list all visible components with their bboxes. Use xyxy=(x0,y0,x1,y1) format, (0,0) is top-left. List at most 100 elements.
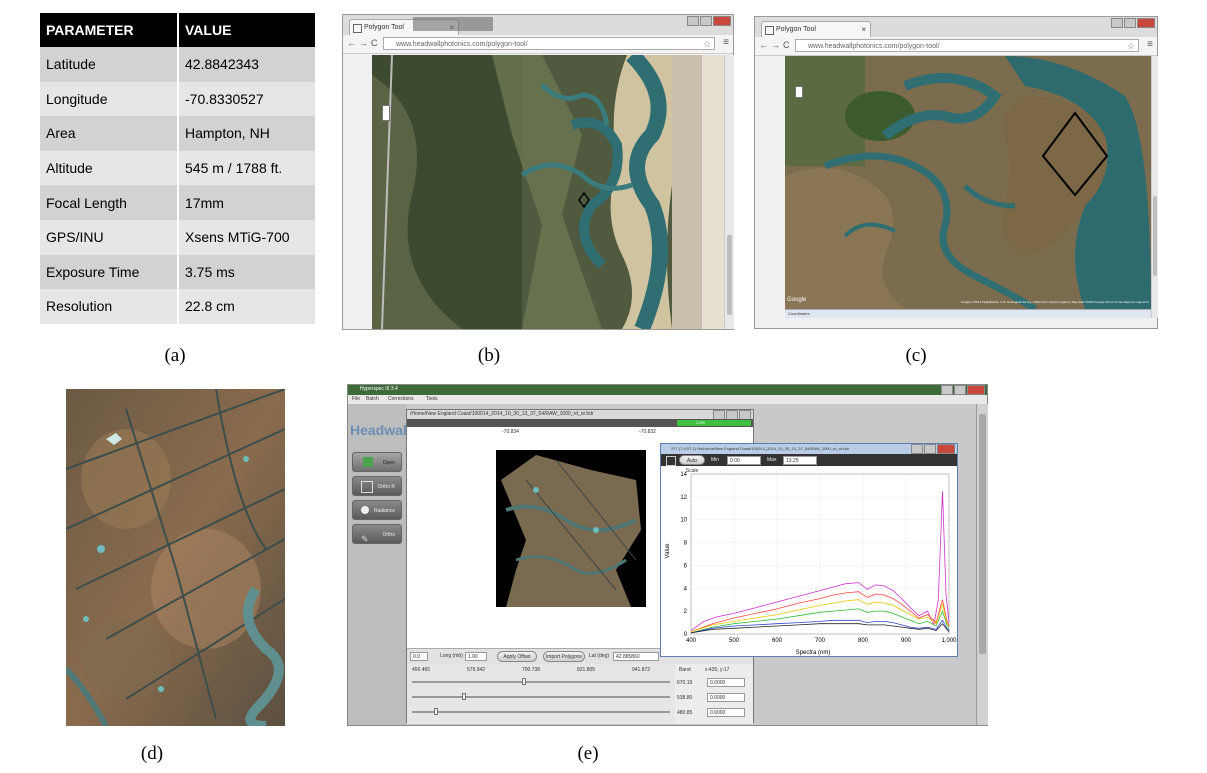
close-window-button[interactable] xyxy=(967,385,985,395)
zoom-control[interactable] xyxy=(795,86,803,98)
band-wavelength: 538.80 xyxy=(677,695,693,701)
ortho-image xyxy=(501,455,641,607)
maximize-button[interactable] xyxy=(1124,18,1136,28)
scrollbar[interactable] xyxy=(724,55,734,329)
url-text: www.headwallphotonics.com/polygon-tool/ xyxy=(396,41,528,48)
menu-icon[interactable]: ≡ xyxy=(1147,39,1153,50)
radiance-button[interactable]: Radiance xyxy=(352,500,402,520)
map-imagery xyxy=(785,56,1151,309)
maximize-button[interactable] xyxy=(924,444,936,454)
apply-offset-button[interactable]: Apply Offset xyxy=(497,651,537,662)
menu-file[interactable]: File xyxy=(352,396,360,402)
bookmark-star-icon[interactable]: ☆ xyxy=(703,38,711,51)
lat-field[interactable]: 42.885860 xyxy=(613,652,659,661)
ortho-button[interactable]: Ortho ✎ xyxy=(352,524,402,544)
y-tick-label: 14 xyxy=(680,472,687,478)
close-window-button[interactable] xyxy=(1137,18,1155,28)
blue-band-slider[interactable] xyxy=(412,708,670,715)
zoom-control[interactable] xyxy=(382,105,390,121)
tab-bar: Polygon Tool × xyxy=(755,17,1157,37)
browser-window-b: Polygon Tool × ←→C www.headwallphotonics… xyxy=(342,14,734,330)
nav-buttons[interactable]: ←→C xyxy=(759,40,793,50)
table-header-row: PARAMETER VALUE xyxy=(40,13,315,47)
tab-bar: Polygon Tool × xyxy=(343,15,733,35)
parameter-cell: Altitude xyxy=(40,150,179,186)
red-band-slider[interactable] xyxy=(412,678,670,685)
min-field[interactable]: 0.00 xyxy=(727,456,761,465)
side-panel: Headwall Open Ortho R Radiance Ortho ✎ xyxy=(348,404,411,725)
close-window-button[interactable] xyxy=(937,444,955,454)
nav-bar: ←→C www.headwallphotonics.com/polygon-to… xyxy=(755,37,1157,56)
ortho-r-button[interactable]: Ortho R xyxy=(352,476,402,496)
y-tick-label: 4 xyxy=(684,586,688,592)
satellite-map-c[interactable]: Google Imagery ©2014 DigitalGlobe, U.S. … xyxy=(785,56,1151,309)
lon-tick: -70.832 xyxy=(639,429,656,435)
band-value-field[interactable]: 0.0000 xyxy=(707,708,745,717)
x-axis-label: Spectra (nm) xyxy=(796,650,831,656)
value-cell: -70.8330527 xyxy=(178,81,315,117)
ortho-image-canvas[interactable] xyxy=(496,450,646,607)
value-cell: Hampton, NH xyxy=(178,116,315,151)
import-polygons-button[interactable]: Import Polygons xyxy=(543,651,585,662)
close-tab-icon[interactable]: × xyxy=(861,22,866,38)
open-icon xyxy=(363,457,373,467)
autoscale-button[interactable]: Auto Scale xyxy=(679,455,705,474)
menu-icon[interactable]: ≡ xyxy=(723,37,729,48)
long-field[interactable]: 1.00 xyxy=(465,652,487,661)
parameter-cell: Latitude xyxy=(40,47,179,82)
bookmark-star-icon[interactable]: ☆ xyxy=(1127,40,1135,53)
menu-bar: File Batch Corrections Tools xyxy=(348,395,987,404)
green-band-slider[interactable] xyxy=(412,693,670,700)
y-tick-label: 10 xyxy=(680,518,687,524)
save-icon[interactable] xyxy=(666,456,676,466)
spectral-chart[interactable]: 02468101214400 500 600 700 800 900 1,000ValueS… xyxy=(661,466,957,656)
progress-fill xyxy=(677,420,751,426)
y-tick-label: 12 xyxy=(680,495,687,501)
y-axis-label: Value xyxy=(665,543,671,559)
address-bar[interactable]: www.headwallphotonics.com/polygon-tool/ … xyxy=(795,39,1139,52)
parameter-table: PARAMETER VALUE Latitude 42.8842343 Longitud… xyxy=(40,13,315,324)
window-controls xyxy=(941,385,985,395)
band-value-field[interactable]: 0.0000 xyxy=(707,678,745,687)
satellite-map-b[interactable] xyxy=(372,55,724,329)
open-button[interactable]: Open xyxy=(352,452,402,472)
band-value-field[interactable]: 0.0000 xyxy=(707,693,745,702)
pencil-icon: ✎ xyxy=(361,534,369,544)
min-label: Min xyxy=(711,457,720,463)
y-tick-label: 6 xyxy=(684,563,688,569)
x-tick-label: 600 xyxy=(772,638,783,644)
band-label: Band xyxy=(679,667,691,673)
table-row: Exposure Time 3.75 ms xyxy=(40,254,315,290)
maximize-button[interactable] xyxy=(954,385,966,395)
minimize-button[interactable] xyxy=(1111,18,1123,28)
browser-window-c: Polygon Tool × ←→C www.headwallphotonics… xyxy=(754,16,1158,329)
favicon-icon xyxy=(353,24,362,33)
minimize-button[interactable] xyxy=(687,16,699,26)
scrollbar[interactable] xyxy=(1151,56,1158,318)
x-tick-label: 1,000 xyxy=(941,638,957,644)
minimize-button[interactable] xyxy=(941,385,953,395)
offset-field[interactable]: 0.0 xyxy=(410,652,428,661)
menu-batch[interactable]: Batch xyxy=(366,396,379,402)
lon-tick: -70.834 xyxy=(502,429,519,435)
spectral-toolbar: Auto Scale Min 0.00 Max 13.25 xyxy=(661,454,957,474)
minimize-button[interactable] xyxy=(911,444,923,454)
table-row: Resolution 22.8 cm xyxy=(40,289,315,324)
tab-title: Polygon Tool xyxy=(776,26,816,33)
main-scrollbar[interactable] xyxy=(976,404,988,725)
max-field[interactable]: 13.25 xyxy=(783,456,817,465)
table-row: GPS/INU Xsens MTiG-700 xyxy=(40,219,315,255)
map-brand-logo: Google xyxy=(787,297,807,303)
ruler-tick: 579.942 xyxy=(467,667,486,673)
menu-corrections[interactable]: Corrections xyxy=(388,396,414,402)
close-window-button[interactable] xyxy=(713,16,731,26)
menu-tools[interactable]: Tools xyxy=(426,396,438,402)
browser-tab[interactable]: Polygon Tool × xyxy=(761,21,871,37)
hyperspectral-image xyxy=(66,389,285,726)
ruler-tick: 821.805 xyxy=(577,667,596,673)
nav-buttons[interactable]: ←→C xyxy=(347,38,381,48)
window-controls xyxy=(687,16,731,26)
address-bar[interactable]: www.headwallphotonics.com/polygon-tool/ … xyxy=(383,37,715,50)
ruler-tick: 700.738 xyxy=(522,667,541,673)
maximize-button[interactable] xyxy=(700,16,712,26)
